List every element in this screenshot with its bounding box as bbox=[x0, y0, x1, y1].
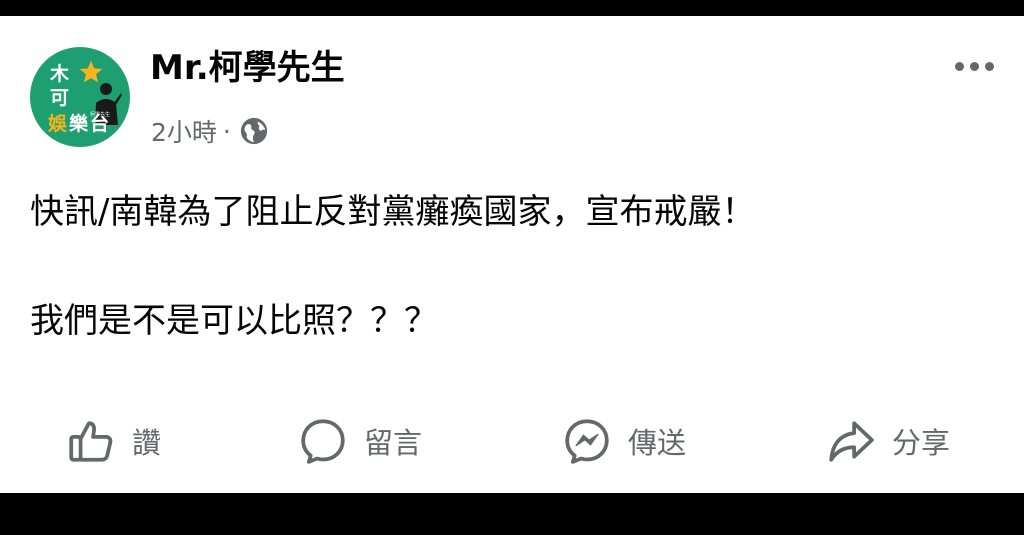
bottom-frame-bar bbox=[0, 493, 1024, 535]
top-frame-bar bbox=[0, 0, 1024, 16]
avatar-char-tai: 台 bbox=[90, 113, 110, 135]
avatar-char-yu: 娛 bbox=[48, 113, 68, 135]
comment-label: 留言 bbox=[364, 426, 423, 460]
comment-button[interactable]: 留言 bbox=[298, 413, 422, 469]
avatar-char-le: 樂 bbox=[69, 113, 89, 135]
avatar-char-ke: 可 bbox=[50, 87, 70, 109]
thumbs-up-icon bbox=[69, 421, 113, 462]
share-label: 分享 bbox=[892, 426, 951, 460]
messenger-icon bbox=[565, 419, 609, 464]
send-button[interactable]: 傳送 bbox=[562, 413, 686, 469]
share-button[interactable]: 分享 bbox=[826, 413, 950, 469]
like-label: 讚 bbox=[132, 426, 162, 460]
more-options-dot bbox=[969, 61, 979, 71]
post-time[interactable]: 2小時 bbox=[151, 113, 217, 149]
post-text-line-1: 快訊/南韓為了阻止反對黨癱瘓國家，宣布戒嚴！ bbox=[30, 192, 756, 232]
globe-icon[interactable] bbox=[239, 116, 269, 146]
post-text-line-2: 我們是不是可以比照？？？ bbox=[30, 301, 438, 341]
send-label: 傳送 bbox=[628, 426, 687, 460]
share-arrow-icon bbox=[829, 421, 874, 462]
like-button[interactable]: 讚 bbox=[66, 413, 161, 469]
more-options-dot bbox=[984, 61, 994, 71]
meta-separator: · bbox=[222, 116, 231, 146]
avatar-char-mu: 木 bbox=[50, 63, 70, 85]
more-options-button[interactable] bbox=[944, 52, 1004, 80]
post-card: 木 可 柯學先生 娛 樂 台 Mr.柯學先生 2小時 · 快訊/南韓為了阻止反對… bbox=[0, 16, 1024, 493]
more-options-icon bbox=[954, 61, 964, 71]
post-meta: 2小時 · bbox=[151, 114, 269, 148]
author-name[interactable]: Mr.柯學先生 bbox=[150, 48, 345, 89]
comment-bubble-icon bbox=[301, 419, 345, 464]
avatar[interactable]: 木 可 柯學先生 娛 樂 台 bbox=[30, 47, 130, 147]
